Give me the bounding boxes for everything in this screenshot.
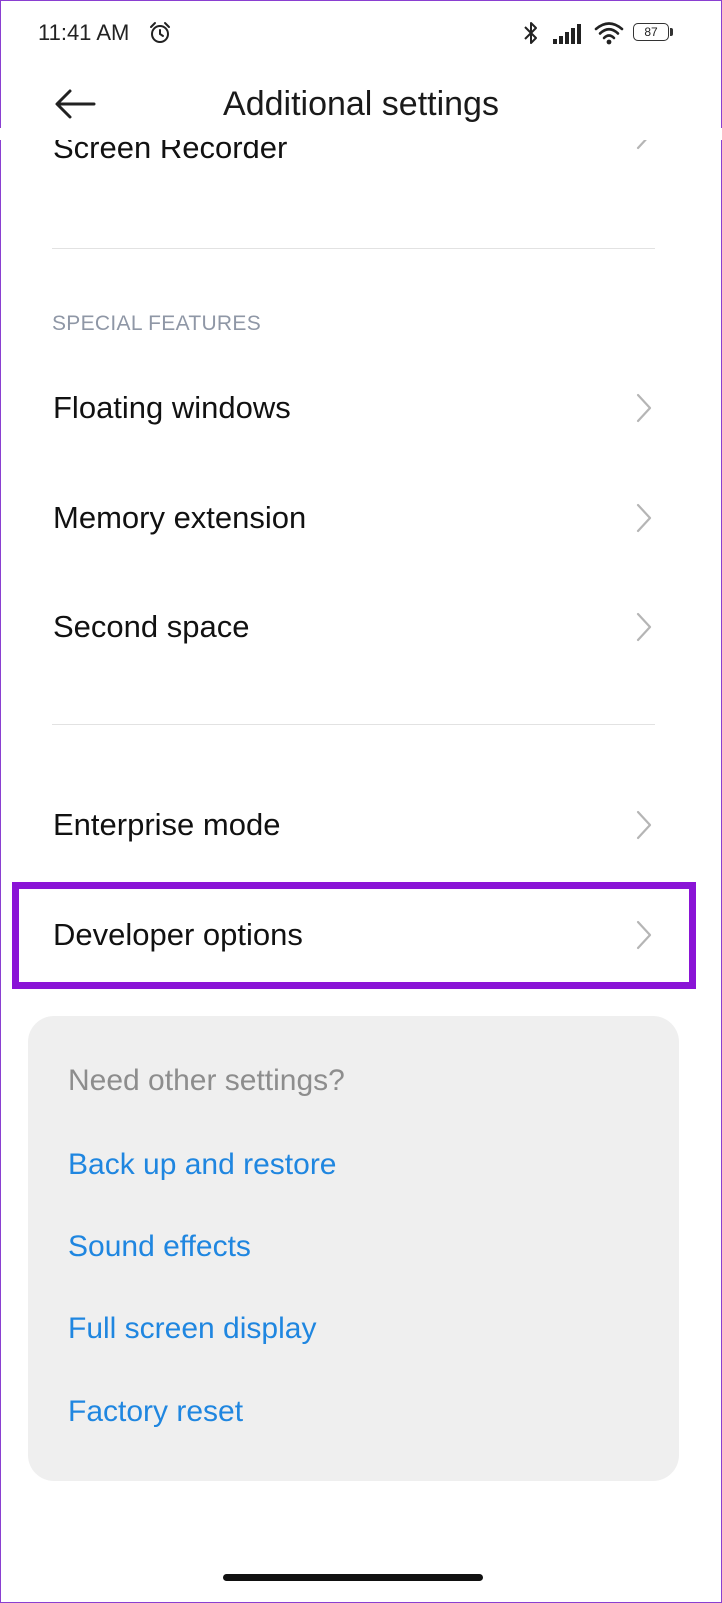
row-label: Floating windows xyxy=(53,390,291,425)
battery-level: 87 xyxy=(633,23,669,41)
row-label: Memory extension xyxy=(53,500,307,535)
row-label: Second space xyxy=(53,609,250,644)
row-label: Enterprise mode xyxy=(53,807,281,842)
link-sound-effects[interactable]: Sound effects xyxy=(68,1230,251,1264)
alarm-icon xyxy=(150,22,170,43)
status-bar: 11:41 AM 87 xyxy=(0,0,722,68)
divider xyxy=(52,248,655,249)
battery-icon: 87 xyxy=(633,23,675,43)
section-header-special-features: SPECIAL FEATURES xyxy=(52,312,262,335)
row-second-space[interactable]: Second space xyxy=(0,577,722,677)
row-enterprise-mode[interactable]: Enterprise mode xyxy=(0,775,722,875)
chevron-right-icon xyxy=(636,393,652,423)
chevron-right-icon xyxy=(636,612,652,642)
bluetooth-icon xyxy=(524,22,537,44)
chevron-right-icon xyxy=(636,503,652,533)
highlight-box xyxy=(12,882,696,989)
other-settings-card: Need other settings? Back up and restore… xyxy=(28,1016,679,1481)
screen-recorder-row[interactable]: Screen Recorder xyxy=(0,140,722,170)
link-full-screen-display[interactable]: Full screen display xyxy=(68,1312,316,1346)
page-title: Additional settings xyxy=(223,85,499,123)
chevron-right-icon xyxy=(636,140,647,150)
home-indicator[interactable] xyxy=(223,1574,483,1581)
link-factory-reset[interactable]: Factory reset xyxy=(68,1395,243,1429)
chevron-right-icon xyxy=(636,810,652,840)
divider xyxy=(52,724,655,725)
signal-icon xyxy=(553,24,581,44)
card-title: Need other settings? xyxy=(68,1064,345,1097)
screen-recorder-label: Screen Recorder xyxy=(53,140,288,165)
wifi-icon xyxy=(594,22,624,45)
link-back-up-and-restore[interactable]: Back up and restore xyxy=(68,1148,337,1182)
row-memory-extension[interactable]: Memory extension xyxy=(0,468,722,568)
row-floating-windows[interactable]: Floating windows xyxy=(0,358,722,458)
status-time: 11:41 AM xyxy=(38,20,130,45)
